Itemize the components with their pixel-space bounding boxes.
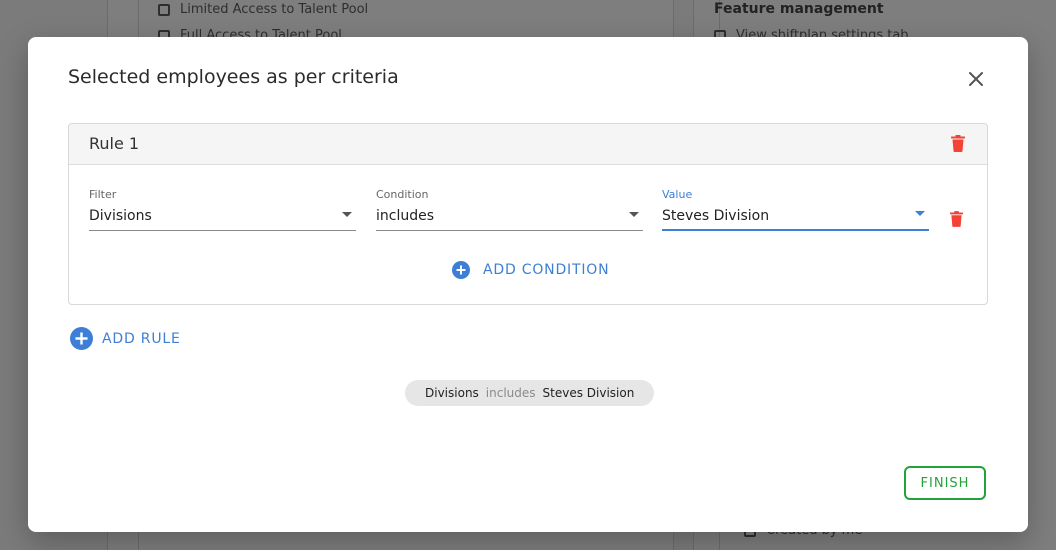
caret-down-icon (342, 212, 352, 217)
caret-down-icon (915, 211, 925, 216)
background-checkbox-limited-access: Limited Access to Talent Pool (158, 2, 368, 17)
add-rule-button[interactable]: ADD RULE (70, 327, 181, 350)
checkbox-label: Limited Access to Talent Pool (180, 2, 369, 17)
delete-condition-button[interactable] (950, 211, 963, 231)
condition-select[interactable]: Condition includes (376, 188, 643, 231)
filter-underline (89, 230, 356, 231)
filter-label: Filter (89, 188, 117, 201)
criteria-modal: Selected employees as per criteria Rule … (28, 37, 1028, 532)
plus-circle-icon (452, 261, 470, 279)
condition-value: includes (376, 208, 435, 224)
filter-select[interactable]: Filter Divisions (89, 188, 356, 231)
add-rule-label: ADD RULE (102, 330, 181, 347)
chip-value: Steves Division (542, 386, 635, 400)
caret-down-icon (629, 212, 639, 217)
plus-circle-icon (70, 327, 93, 350)
modal-title: Selected employees as per criteria (68, 66, 399, 88)
value-select[interactable]: Value Steves Division (662, 188, 929, 231)
background-heading-feature-management: Feature management (714, 1, 884, 17)
trash-icon (951, 135, 965, 152)
add-condition-button[interactable]: ADD CONDITION (452, 261, 609, 279)
condition-underline (376, 230, 643, 231)
delete-rule-button[interactable] (951, 135, 965, 156)
chip-operator: includes (485, 386, 536, 400)
chip-field: Divisions (425, 386, 479, 400)
add-condition-label: ADD CONDITION (483, 262, 610, 278)
close-button[interactable] (964, 67, 988, 91)
value-label: Value (662, 188, 693, 201)
condition-label: Condition (376, 188, 429, 201)
rule-card: Rule 1 Filter Divisions Condition includ… (68, 123, 988, 305)
filter-value: Divisions (89, 208, 152, 224)
finish-button[interactable]: FINISH (904, 466, 986, 500)
rule-title: Rule 1 (89, 134, 140, 153)
close-icon (969, 72, 983, 86)
trash-icon (950, 211, 963, 227)
criteria-summary-chip: Divisions includes Steves Division (405, 380, 655, 406)
value-underline (662, 229, 929, 231)
checkbox-icon (158, 3, 170, 16)
rule-header: Rule 1 (69, 124, 987, 165)
value-value: Steves Division (662, 208, 770, 224)
